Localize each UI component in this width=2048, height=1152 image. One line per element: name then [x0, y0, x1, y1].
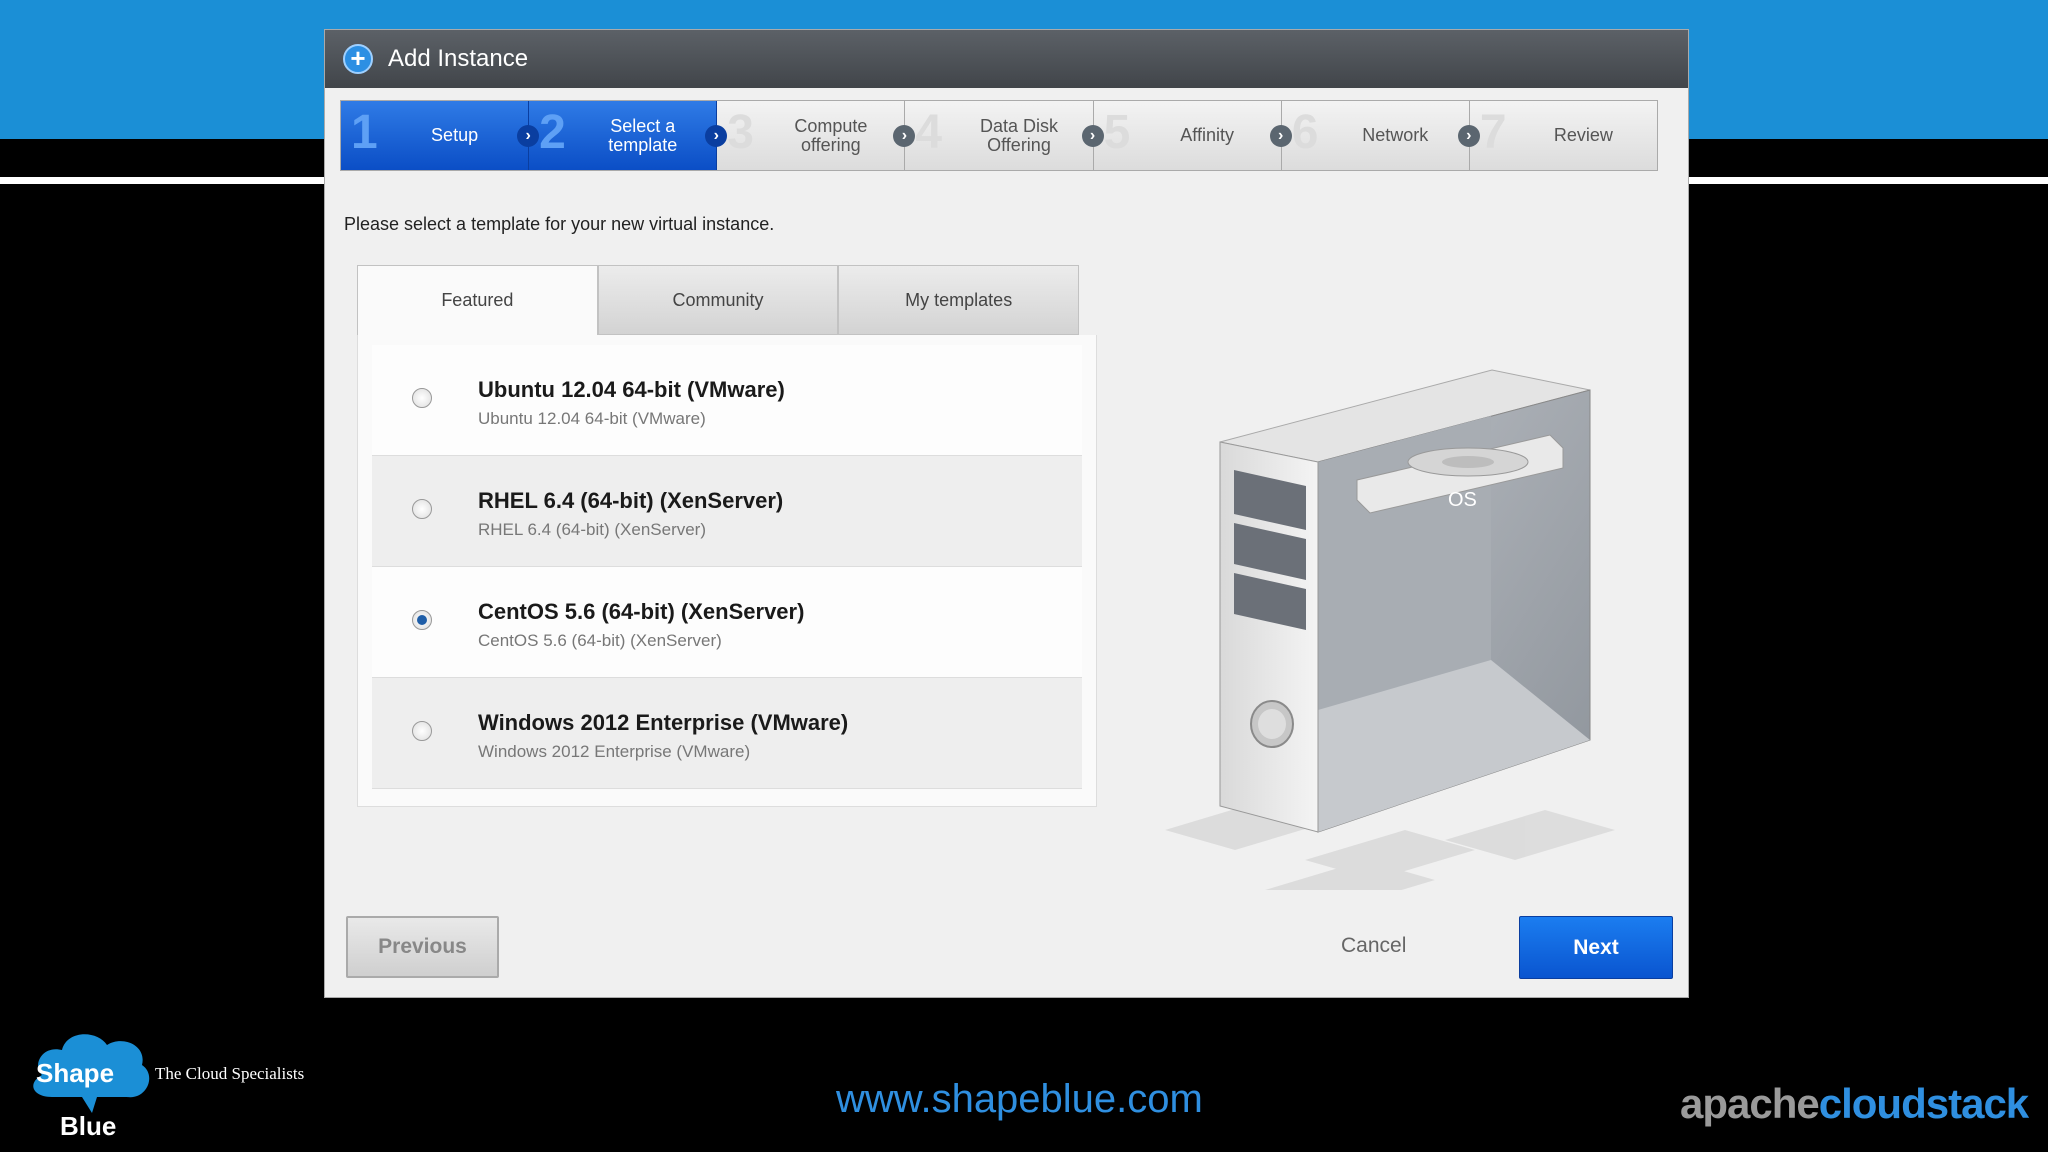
template-radio[interactable] — [412, 388, 432, 408]
add-instance-dialog: + Add Instance 1 Setup › 2 Select a templ… — [324, 29, 1689, 998]
wizard-steps: 1 Setup › 2 Select a template › 3 Compute… — [340, 100, 1658, 171]
step-number: 7 — [1479, 106, 1507, 159]
instructions-text: Please select a template for your new vi… — [344, 214, 775, 234]
tab-featured[interactable]: Featured — [357, 265, 598, 335]
logo-tagline: The Cloud Specialists — [155, 1064, 304, 1083]
step-label: Setup — [431, 125, 479, 145]
template-tabs: Featured Community My templates — [357, 265, 1080, 335]
template-radio[interactable] — [412, 610, 432, 630]
step-label: Compute offering — [794, 115, 868, 155]
template-row[interactable]: RHEL 6.4 (64-bit) (XenServer) RHEL 6.4 (… — [372, 456, 1082, 567]
logo-word-shape: Shape — [36, 1058, 114, 1088]
chevron-right-icon: › — [1081, 125, 1104, 147]
step-label: Affinity — [1180, 125, 1234, 145]
chevron-right-icon: › — [517, 125, 540, 147]
step-number: 6 — [1291, 106, 1319, 159]
chevron-right-icon: › — [1269, 125, 1292, 147]
website-link[interactable]: www.shapeblue.com — [836, 1077, 1203, 1122]
tab-my-templates[interactable]: My templates — [838, 265, 1080, 335]
step-network[interactable]: 6 Network › — [1281, 101, 1480, 170]
dialog-title: Add Instance — [388, 45, 529, 72]
step-select-template[interactable]: 2 Select a template › — [529, 101, 728, 170]
acs-logo-part2: cloudstack — [1818, 1080, 2029, 1127]
step-number: 4 — [915, 106, 943, 159]
previous-button[interactable]: Previous — [346, 916, 499, 978]
chevron-right-icon: › — [1457, 125, 1480, 147]
step-review[interactable]: 7 Review — [1469, 101, 1657, 170]
step-label: Review — [1553, 125, 1613, 145]
dialog-header: + Add Instance — [325, 30, 1688, 88]
acs-logo-part1: apache — [1680, 1080, 1820, 1127]
step-number: 3 — [727, 106, 754, 159]
template-row[interactable]: Ubuntu 12.04 64-bit (VMware) Ubuntu 12.0… — [372, 345, 1082, 456]
template-name: RHEL 6.4 (64-bit) (XenServer) — [478, 488, 784, 513]
step-number: 5 — [1103, 106, 1131, 159]
logo-word-blue: Blue — [60, 1111, 116, 1141]
next-button[interactable]: Next — [1519, 916, 1673, 979]
step-setup[interactable]: 1 Setup › — [341, 101, 540, 170]
server-illustration: OS — [1165, 369, 1615, 890]
featured-tab-panel: Ubuntu 12.04 64-bit (VMware) Ubuntu 12.0… — [357, 335, 1097, 807]
template-radio[interactable] — [412, 499, 432, 519]
template-row[interactable]: CentOS 5.6 (64-bit) (XenServer) CentOS 5… — [372, 567, 1082, 678]
tab-community[interactable]: Community — [597, 265, 839, 335]
template-description: Ubuntu 12.04 64-bit (VMware) — [478, 409, 706, 428]
template-description: RHEL 6.4 (64-bit) (XenServer) — [478, 520, 707, 539]
template-row[interactable]: Windows 2012 Enterprise (VMware) Windows… — [372, 678, 1082, 789]
step-label: Data Disk Offering — [979, 115, 1058, 155]
template-name: CentOS 5.6 (64-bit) (XenServer) — [478, 599, 805, 624]
step-number: 2 — [539, 106, 566, 159]
cancel-button[interactable]: Cancel — [1341, 934, 1406, 958]
plus-circle-icon: + — [343, 44, 373, 74]
step-number: 1 — [351, 106, 378, 159]
template-description: Windows 2012 Enterprise (VMware) — [478, 742, 751, 761]
template-list: Ubuntu 12.04 64-bit (VMware) Ubuntu 12.0… — [372, 345, 1082, 789]
step-label: Network — [1362, 125, 1429, 145]
template-radio[interactable] — [412, 721, 432, 741]
step-data-disk-offering[interactable]: 4 Data Disk Offering › — [905, 101, 1104, 170]
step-affinity[interactable]: 5 Affinity › — [1093, 101, 1292, 170]
template-description: CentOS 5.6 (64-bit) (XenServer) — [478, 631, 722, 650]
template-name: Ubuntu 12.04 64-bit (VMware) — [478, 377, 785, 402]
template-name: Windows 2012 Enterprise (VMware) — [478, 710, 849, 735]
os-label: OS — [1448, 489, 1477, 511]
step-label: Select a template — [608, 115, 678, 155]
shapeblue-logo: Shape Blue The Cloud Specialists — [33, 1034, 304, 1141]
apache-cloudstack-logo: apachecloudstack — [1680, 1080, 2029, 1128]
step-compute-offering[interactable]: 3 Compute offering › — [717, 101, 916, 170]
